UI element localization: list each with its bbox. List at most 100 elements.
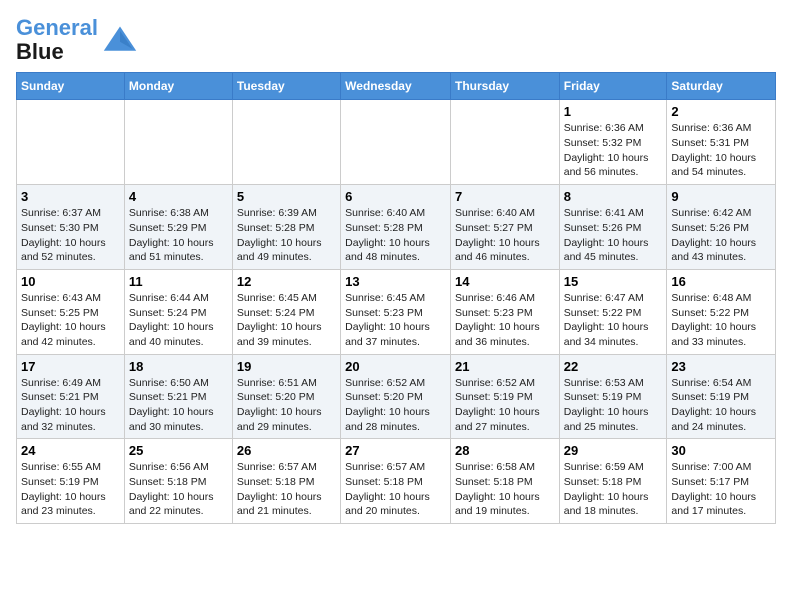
day-info: Sunrise: 6:43 AMSunset: 5:25 PMDaylight:… xyxy=(21,291,120,350)
calendar-week-row: 24 Sunrise: 6:55 AMSunset: 5:19 PMDayligh… xyxy=(17,439,776,524)
day-number: 25 xyxy=(129,443,228,458)
day-number: 8 xyxy=(564,189,663,204)
day-number: 15 xyxy=(564,274,663,289)
day-number: 9 xyxy=(671,189,771,204)
calendar-week-row: 10 Sunrise: 6:43 AMSunset: 5:25 PMDayligh… xyxy=(17,269,776,354)
calendar-cell xyxy=(450,100,559,185)
day-info: Sunrise: 6:52 AMSunset: 5:20 PMDaylight:… xyxy=(345,376,446,435)
weekday-header-thursday: Thursday xyxy=(450,73,559,100)
day-number: 10 xyxy=(21,274,120,289)
day-number: 12 xyxy=(237,274,336,289)
day-number: 11 xyxy=(129,274,228,289)
day-info: Sunrise: 7:00 AMSunset: 5:17 PMDaylight:… xyxy=(671,460,771,519)
calendar-cell xyxy=(124,100,232,185)
day-info: Sunrise: 6:50 AMSunset: 5:21 PMDaylight:… xyxy=(129,376,228,435)
day-info: Sunrise: 6:51 AMSunset: 5:20 PMDaylight:… xyxy=(237,376,336,435)
weekday-header-tuesday: Tuesday xyxy=(232,73,340,100)
day-number: 27 xyxy=(345,443,446,458)
calendar-cell: 27 Sunrise: 6:57 AMSunset: 5:18 PMDayligh… xyxy=(341,439,451,524)
day-number: 20 xyxy=(345,359,446,374)
day-number: 7 xyxy=(455,189,555,204)
day-info: Sunrise: 6:59 AMSunset: 5:18 PMDaylight:… xyxy=(564,460,663,519)
day-info: Sunrise: 6:54 AMSunset: 5:19 PMDaylight:… xyxy=(671,376,771,435)
day-number: 4 xyxy=(129,189,228,204)
logo-text: GeneralBlue xyxy=(16,16,98,64)
weekday-header-saturday: Saturday xyxy=(667,73,776,100)
weekday-header-row: SundayMondayTuesdayWednesdayThursdayFrid… xyxy=(17,73,776,100)
day-info: Sunrise: 6:57 AMSunset: 5:18 PMDaylight:… xyxy=(237,460,336,519)
day-number: 3 xyxy=(21,189,120,204)
day-number: 6 xyxy=(345,189,446,204)
day-info: Sunrise: 6:40 AMSunset: 5:27 PMDaylight:… xyxy=(455,206,555,265)
calendar-cell xyxy=(341,100,451,185)
calendar-cell: 7 Sunrise: 6:40 AMSunset: 5:27 PMDaylight… xyxy=(450,185,559,270)
calendar-cell: 14 Sunrise: 6:46 AMSunset: 5:23 PMDayligh… xyxy=(450,269,559,354)
logo-icon xyxy=(102,22,138,58)
calendar-cell: 24 Sunrise: 6:55 AMSunset: 5:19 PMDayligh… xyxy=(17,439,125,524)
day-number: 28 xyxy=(455,443,555,458)
day-info: Sunrise: 6:37 AMSunset: 5:30 PMDaylight:… xyxy=(21,206,120,265)
day-info: Sunrise: 6:53 AMSunset: 5:19 PMDaylight:… xyxy=(564,376,663,435)
calendar-cell: 9 Sunrise: 6:42 AMSunset: 5:26 PMDaylight… xyxy=(667,185,776,270)
calendar-cell: 16 Sunrise: 6:48 AMSunset: 5:22 PMDayligh… xyxy=(667,269,776,354)
calendar-cell: 17Sunrise: 6:49 AMSunset: 5:21 PMDayligh… xyxy=(17,354,125,439)
day-number: 14 xyxy=(455,274,555,289)
calendar-cell: 13Sunrise: 6:45 AMSunset: 5:23 PMDayligh… xyxy=(341,269,451,354)
day-number: 16 xyxy=(671,274,771,289)
calendar-cell: 15 Sunrise: 6:47 AMSunset: 5:22 PMDayligh… xyxy=(559,269,667,354)
day-info: Sunrise: 6:42 AMSunset: 5:26 PMDaylight:… xyxy=(671,206,771,265)
day-info: Sunrise: 6:41 AMSunset: 5:26 PMDaylight:… xyxy=(564,206,663,265)
day-number: 26 xyxy=(237,443,336,458)
calendar-cell: 21 Sunrise: 6:52 AMSunset: 5:19 PMDayligh… xyxy=(450,354,559,439)
calendar-cell: 8 Sunrise: 6:41 AMSunset: 5:26 PMDaylight… xyxy=(559,185,667,270)
page-header: GeneralBlue xyxy=(16,16,776,64)
calendar-cell: 19 Sunrise: 6:51 AMSunset: 5:20 PMDayligh… xyxy=(232,354,340,439)
day-info: Sunrise: 6:47 AMSunset: 5:22 PMDaylight:… xyxy=(564,291,663,350)
day-number: 23 xyxy=(671,359,771,374)
day-number: 17 xyxy=(21,359,120,374)
day-number: 19 xyxy=(237,359,336,374)
calendar-cell: 10 Sunrise: 6:43 AMSunset: 5:25 PMDayligh… xyxy=(17,269,125,354)
calendar-cell: 26 Sunrise: 6:57 AMSunset: 5:18 PMDayligh… xyxy=(232,439,340,524)
calendar-cell: 3 Sunrise: 6:37 AMSunset: 5:30 PMDaylight… xyxy=(17,185,125,270)
calendar-cell: 4 Sunrise: 6:38 AMSunset: 5:29 PMDaylight… xyxy=(124,185,232,270)
day-info: Sunrise: 6:48 AMSunset: 5:22 PMDaylight:… xyxy=(671,291,771,350)
day-number: 5 xyxy=(237,189,336,204)
calendar-cell: 1Sunrise: 6:36 AMSunset: 5:32 PMDaylight… xyxy=(559,100,667,185)
day-info: Sunrise: 6:46 AMSunset: 5:23 PMDaylight:… xyxy=(455,291,555,350)
weekday-header-friday: Friday xyxy=(559,73,667,100)
day-number: 22 xyxy=(564,359,663,374)
calendar-week-row: 1Sunrise: 6:36 AMSunset: 5:32 PMDaylight… xyxy=(17,100,776,185)
calendar-cell xyxy=(232,100,340,185)
calendar-table: SundayMondayTuesdayWednesdayThursdayFrid… xyxy=(16,72,776,524)
day-info: Sunrise: 6:45 AMSunset: 5:23 PMDaylight:… xyxy=(345,291,446,350)
calendar-cell: 25 Sunrise: 6:56 AMSunset: 5:18 PMDayligh… xyxy=(124,439,232,524)
day-info: Sunrise: 6:57 AMSunset: 5:18 PMDaylight:… xyxy=(345,460,446,519)
day-number: 30 xyxy=(671,443,771,458)
day-info: Sunrise: 6:58 AMSunset: 5:18 PMDaylight:… xyxy=(455,460,555,519)
weekday-header-sunday: Sunday xyxy=(17,73,125,100)
day-info: Sunrise: 6:36 AMSunset: 5:31 PMDaylight:… xyxy=(671,121,771,180)
day-info: Sunrise: 6:56 AMSunset: 5:18 PMDaylight:… xyxy=(129,460,228,519)
calendar-cell: 6Sunrise: 6:40 AMSunset: 5:28 PMDaylight… xyxy=(341,185,451,270)
day-info: Sunrise: 6:52 AMSunset: 5:19 PMDaylight:… xyxy=(455,376,555,435)
calendar-cell: 11Sunrise: 6:44 AMSunset: 5:24 PMDayligh… xyxy=(124,269,232,354)
weekday-header-wednesday: Wednesday xyxy=(341,73,451,100)
day-info: Sunrise: 6:45 AMSunset: 5:24 PMDaylight:… xyxy=(237,291,336,350)
calendar-cell: 5 Sunrise: 6:39 AMSunset: 5:28 PMDaylight… xyxy=(232,185,340,270)
day-number: 24 xyxy=(21,443,120,458)
day-number: 29 xyxy=(564,443,663,458)
day-info: Sunrise: 6:38 AMSunset: 5:29 PMDaylight:… xyxy=(129,206,228,265)
day-info: Sunrise: 6:36 AMSunset: 5:32 PMDaylight:… xyxy=(564,121,663,180)
calendar-cell: 29 Sunrise: 6:59 AMSunset: 5:18 PMDayligh… xyxy=(559,439,667,524)
calendar-cell: 2 Sunrise: 6:36 AMSunset: 5:31 PMDaylight… xyxy=(667,100,776,185)
day-number: 18 xyxy=(129,359,228,374)
calendar-cell: 22 Sunrise: 6:53 AMSunset: 5:19 PMDayligh… xyxy=(559,354,667,439)
day-info: Sunrise: 6:39 AMSunset: 5:28 PMDaylight:… xyxy=(237,206,336,265)
day-number: 2 xyxy=(671,104,771,119)
calendar-week-row: 3 Sunrise: 6:37 AMSunset: 5:30 PMDaylight… xyxy=(17,185,776,270)
logo: GeneralBlue xyxy=(16,16,138,64)
weekday-header-monday: Monday xyxy=(124,73,232,100)
day-info: Sunrise: 6:55 AMSunset: 5:19 PMDaylight:… xyxy=(21,460,120,519)
day-number: 21 xyxy=(455,359,555,374)
